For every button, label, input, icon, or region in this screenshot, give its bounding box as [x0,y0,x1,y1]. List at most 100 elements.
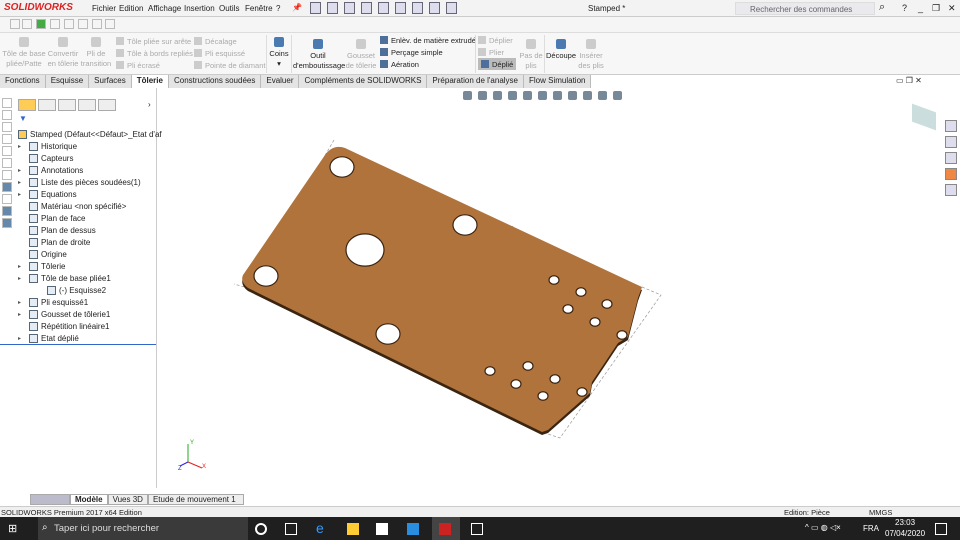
tab-modele[interactable]: Modèle [70,494,108,505]
resources-icon[interactable] [945,120,957,132]
expand-arrow-icon[interactable]: ▸ [18,299,26,306]
jog-button[interactable]: Décalage [194,35,265,47]
tab-vues-3d[interactable]: Vues 3D [107,494,148,505]
tab-esquisse[interactable]: Esquisse [45,75,90,88]
chevron-right-icon[interactable]: › [148,100,151,109]
tree-item[interactable]: ▸ Pli esquissé1 [18,298,88,307]
zoom-fit-icon[interactable] [463,91,472,100]
toolbar-icon[interactable] [10,19,20,29]
tree-item[interactable]: ▸ Equations [18,190,77,199]
flatten-toggle[interactable]: Déplié [478,58,517,70]
toolbar-icon[interactable] [2,122,12,132]
new-document-icon[interactable] [310,2,321,14]
minimize-button[interactable]: _ [918,3,923,13]
rip-button[interactable]: Découpe [546,39,576,61]
toolbar-icon[interactable] [78,19,88,29]
menu-insertion[interactable]: Insertion [184,4,215,13]
tree-item[interactable]: (-) Esquisse2 [36,286,106,295]
expand-arrow-icon[interactable]: ▸ [18,191,26,198]
graphics-area[interactable]: Y X Z [158,88,960,488]
no-bends-button[interactable]: Pas de plis [519,39,543,71]
save-icon[interactable] [344,2,355,14]
expand-arrow-icon[interactable]: ▸ [18,275,26,282]
file-explorer-icon[interactable] [347,523,359,535]
tab-etude-mouvement[interactable]: Etude de mouvement 1 [147,494,244,505]
hole[interactable] [562,304,574,314]
display-manager-tab[interactable] [98,99,116,111]
hole[interactable] [253,265,279,287]
tree-item[interactable]: ▸ Tôle de base pliée1 [18,274,111,283]
lofted-bend-button[interactable]: Pli de transition [80,37,112,69]
hole[interactable] [345,233,385,267]
toolbar-icon[interactable] [2,146,12,156]
tree-item[interactable]: Capteurs [18,154,73,163]
menu-edition[interactable]: Edition [119,4,143,13]
appearance-icon[interactable] [583,91,592,100]
tree-item[interactable]: ▸ Liste des pièces soudées(1) [18,178,141,187]
expand-arrow-icon[interactable]: ▸ [18,263,26,270]
tab-preparation-analyse[interactable]: Préparation de l'analyse [427,75,525,88]
edge-flange-button[interactable]: Tôle pliée sur arête [116,35,193,47]
cortana-icon[interactable] [255,523,267,535]
undo-icon[interactable] [378,2,389,14]
configuration-tab[interactable] [58,99,76,111]
options-gear-icon[interactable] [446,2,457,14]
tree-item[interactable]: ▸ Etat déplié [18,334,79,343]
zoom-area-icon[interactable] [478,91,487,100]
menu-fenetre[interactable]: Fenêtre [245,4,273,13]
convert-sheetmetal-button[interactable]: Convertir en tôlerie [46,37,80,69]
windows-start-icon[interactable]: ⊞ [8,522,17,535]
tree-item[interactable]: ▸ Tôlerie [18,262,65,271]
closed-hem-button[interactable]: Pli écrasé [116,59,193,71]
hide-show-icon[interactable] [568,91,577,100]
viewport-window-controls[interactable]: ▭ ❐ ✕ [896,76,922,85]
feature-tree-tab[interactable] [18,99,36,111]
view-settings-icon[interactable] [613,91,622,100]
tree-root[interactable]: Stamped (Défaut<<Défaut>_Etat d'af [18,130,162,139]
mail-icon[interactable] [407,523,419,535]
tab-evaluer[interactable]: Evaluer [261,75,300,88]
hole[interactable] [575,287,587,297]
clock-time[interactable]: 23:03 [895,518,915,527]
hole[interactable] [375,323,401,345]
language-indicator[interactable]: FRA [863,524,879,533]
previous-view-icon[interactable] [493,91,502,100]
file-explorer-icon[interactable] [945,152,957,164]
hole[interactable] [549,374,561,384]
tree-item[interactable]: ▸ Historique [18,142,77,151]
toolbar-icon[interactable] [50,19,60,29]
toolbar-icon[interactable] [2,218,12,228]
property-manager-tab[interactable] [38,99,56,111]
tree-item[interactable]: Plan de droite [18,238,90,247]
tab-complements[interactable]: Compléments de SOLIDWORKS [299,75,428,88]
tree-item[interactable]: Plan de dessus [18,226,96,235]
command-search-input[interactable]: Rechercher des commandes [735,2,875,15]
sheet-metal-part[interactable] [158,88,960,488]
vent-button[interactable]: Aération [380,58,476,70]
restore-button[interactable]: ❐ [932,3,940,14]
help-button[interactable]: ? [902,3,907,13]
toolbar-icon[interactable] [2,98,12,108]
open-icon[interactable] [327,2,338,14]
base-flange-button[interactable]: Tôle de base pliée/Patte [2,37,46,69]
select-icon[interactable] [395,2,406,14]
custom-properties-icon[interactable] [945,184,957,196]
tree-item[interactable]: Matériau <non spécifié> [18,202,126,211]
scene-icon[interactable] [598,91,607,100]
fold-button[interactable]: Plier [478,46,516,58]
expand-arrow-icon[interactable]: ▸ [18,335,26,342]
toolbar-icon[interactable] [64,19,74,29]
design-library-icon[interactable] [945,136,957,148]
view-orientation-icon[interactable] [538,91,547,100]
sketched-bend-button[interactable]: Pli esquissé [194,47,265,59]
forming-tool-button[interactable]: Outil d'emboutissage [293,39,345,71]
toolbar-icon[interactable] [2,158,12,168]
task-view-icon[interactable] [285,523,297,535]
solidworks-taskbar-button[interactable] [432,517,460,540]
unfold-button[interactable]: Déplier [478,34,516,46]
section-view-icon[interactable] [508,91,517,100]
taskbar-search[interactable]: Taper ici pour rechercher [38,517,248,540]
cross-break-button[interactable]: Pointe de diamant [194,59,265,71]
system-tray-icons[interactable]: ^ ▭ ◍ ◁× [805,523,841,532]
tree-item[interactable]: Origine [18,250,67,259]
